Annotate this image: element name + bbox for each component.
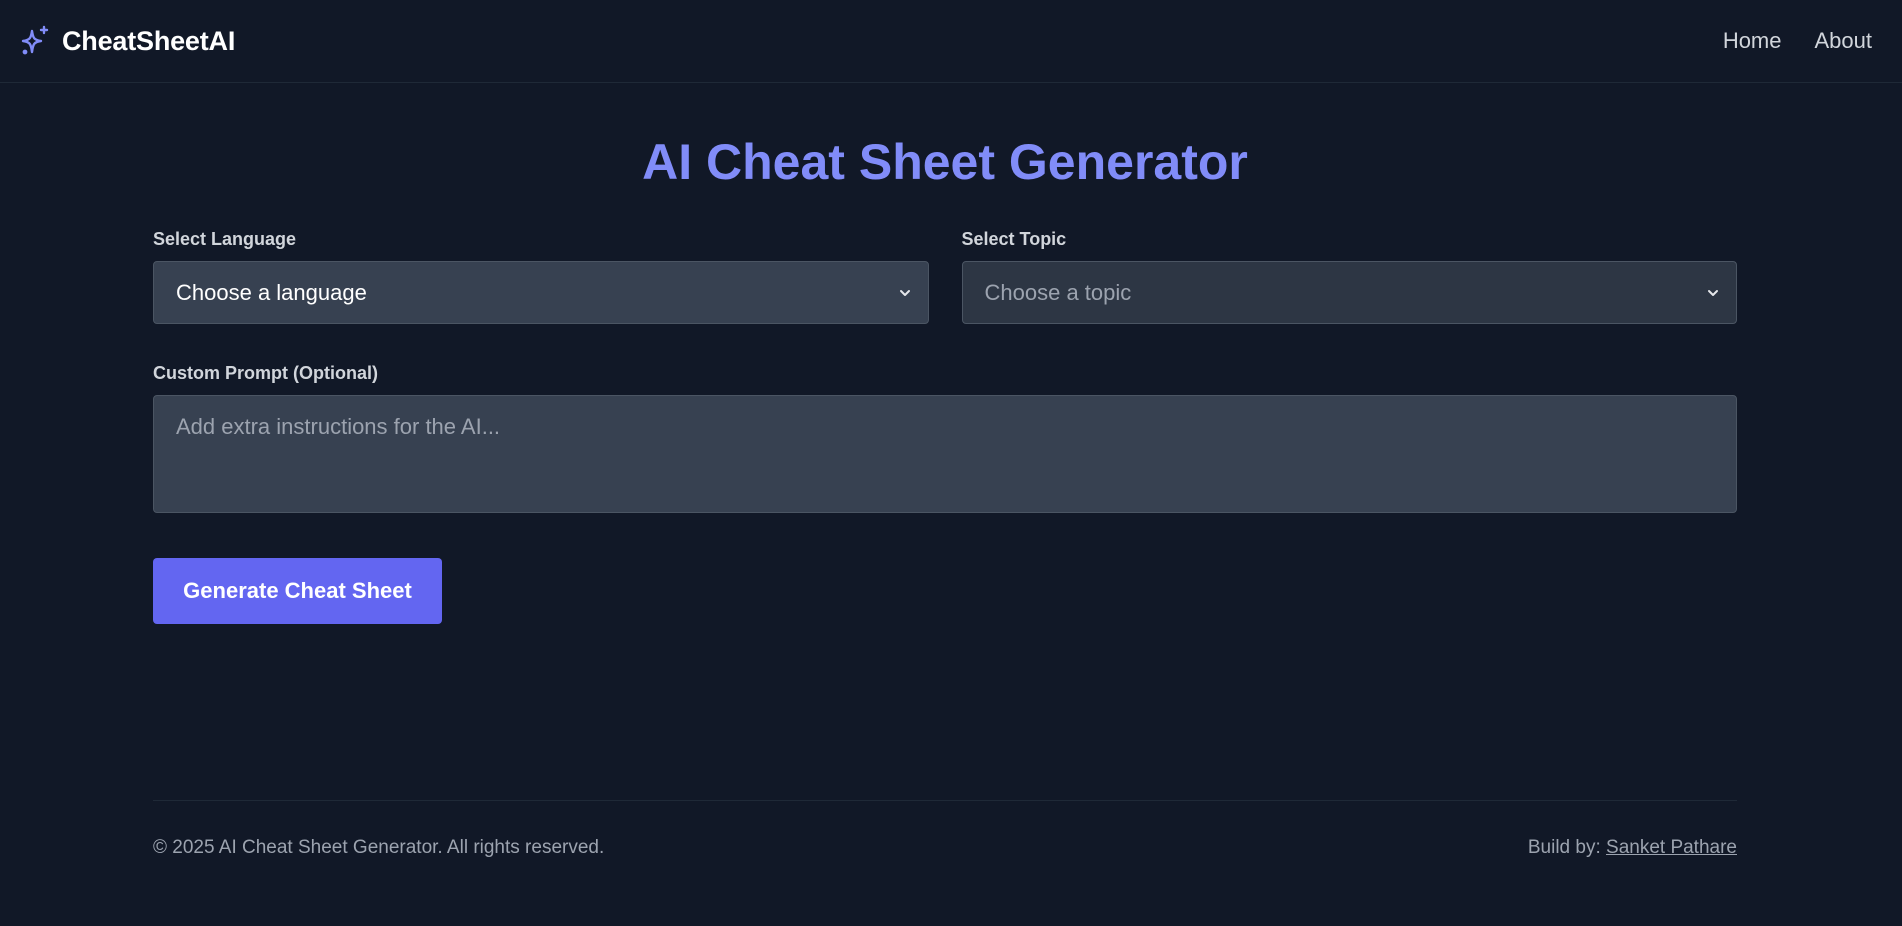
custom-prompt-field: Custom Prompt (Optional) Add extra instr… [153,362,1737,513]
main-content: AI Cheat Sheet Generator Select Language… [153,83,1737,624]
nav-about-link[interactable]: About [1815,28,1873,54]
chevron-down-icon [1706,280,1720,306]
sparkles-icon [19,25,51,57]
custom-prompt-label: Custom Prompt (Optional) [153,363,378,383]
language-select-value: Choose a language [176,279,367,305]
topic-field: Select Topic Choose a topic [961,228,1737,324]
topic-select-value: Choose a topic [984,279,1132,305]
language-label: Select Language [153,229,297,249]
language-select[interactable]: Choose a language [153,261,929,324]
page-title: AI Cheat Sheet Generator [642,134,1248,190]
nav-links: Home About [1723,28,1872,54]
selectors-row: Select Language Choose a language Select… [153,228,1737,324]
topic-select[interactable]: Choose a topic [961,261,1737,324]
author-link[interactable]: Sanket Pathare [1606,837,1737,858]
language-field: Select Language Choose a language [153,228,929,324]
brand-logo[interactable]: CheatSheetAI [19,25,235,57]
generate-button[interactable]: Generate Cheat Sheet [153,558,442,624]
page-footer: © 2025 AI Cheat Sheet Generator. All rig… [153,800,1737,859]
credit: Build by: Sanket Pathare [1528,837,1737,859]
credit-prefix: Build by: [1527,837,1601,858]
chevron-down-icon [898,280,912,306]
brand-name: CheatSheetAI [62,25,236,56]
copyright-text: © 2025 AI Cheat Sheet Generator. All rig… [153,837,605,858]
top-navbar: CheatSheetAI Home About [0,0,1902,83]
topic-label: Select Topic [961,229,1067,249]
nav-home-link[interactable]: Home [1723,28,1782,54]
custom-prompt-textarea[interactable]: Add extra instructions for the AI... [153,395,1737,513]
